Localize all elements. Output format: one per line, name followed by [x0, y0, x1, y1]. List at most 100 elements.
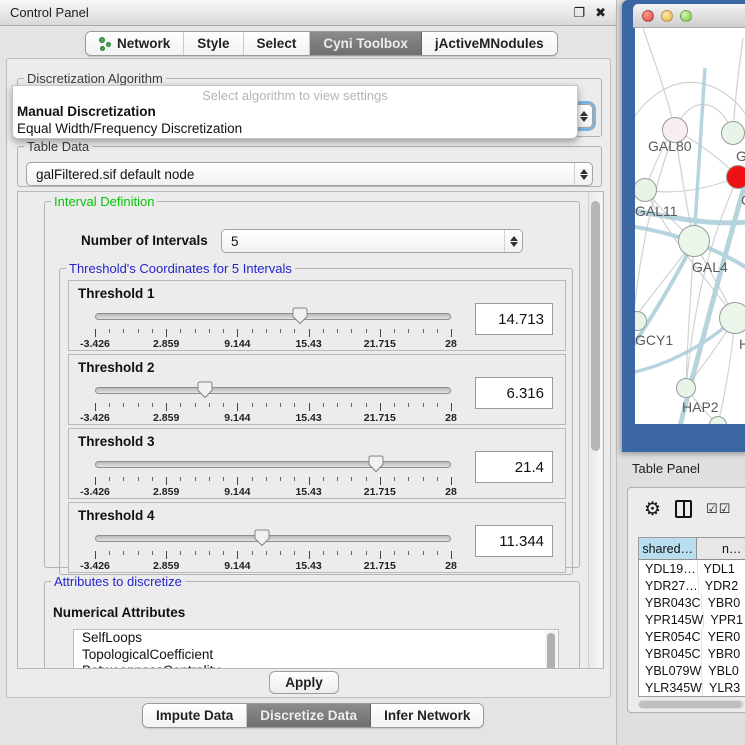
network-node-label: C — [741, 192, 745, 208]
cell[interactable]: YDR2 — [699, 577, 745, 594]
table-row[interactable]: YBR045CYBR0 — [639, 645, 745, 662]
table-row[interactable]: YIL052CYIL0 — [639, 696, 745, 697]
cell[interactable]: YBR045C — [639, 645, 702, 662]
network-window-titlebar[interactable] — [633, 4, 745, 28]
cell[interactable]: YPR145W — [639, 611, 704, 628]
minimize-traffic-light-icon[interactable] — [661, 10, 673, 22]
tab-label: Select — [257, 36, 297, 51]
threshold-3-slider[interactable]: -3.426 2.859 9.144 15.43 21.715 28 — [95, 455, 451, 497]
list-item[interactable]: BetweennessCentrality — [74, 663, 558, 669]
cell[interactable]: YIL052C — [639, 696, 698, 697]
slider-track[interactable] — [95, 387, 451, 394]
tab-select[interactable]: Select — [244, 32, 311, 55]
network-node[interactable] — [721, 121, 745, 145]
cell[interactable]: YBR0 — [702, 594, 745, 611]
column-header-shared-name[interactable]: shared… — [639, 538, 697, 560]
table-row[interactable]: YER054CYER0 — [639, 628, 745, 645]
cell[interactable]: YIL0 — [698, 696, 745, 697]
zoom-traffic-light-icon[interactable] — [680, 10, 692, 22]
table-horizontal-scrollbar[interactable] — [638, 700, 744, 709]
dropdown-option-manual-discretization[interactable]: Manual Discretization — [13, 103, 577, 120]
list-scrollbar[interactable] — [545, 631, 557, 669]
cell[interactable]: YER054C — [639, 628, 702, 645]
table-row[interactable]: YLR345WYLR3 — [639, 679, 745, 696]
threshold-2-slider[interactable]: -3.426 2.859 9.144 15.43 21.715 28 — [95, 381, 451, 423]
threshold-label: Threshold 2 — [78, 360, 155, 375]
combo-stepper-icon[interactable] — [574, 163, 592, 185]
tab-style[interactable]: Style — [184, 32, 243, 55]
tab-discretize-data[interactable]: Discretize Data — [247, 704, 371, 727]
cell[interactable]: YDR27… — [639, 577, 699, 594]
slider-track[interactable] — [95, 461, 451, 468]
algorithm-dropdown-popup: Select algorithm to view settings Manual… — [12, 85, 578, 139]
network-node[interactable] — [726, 165, 745, 189]
network-canvas[interactable]: GAL80GACGAL11GAL4GCY1HHAP2 — [635, 28, 745, 424]
tab-cyni-toolbox[interactable]: Cyni Toolbox — [310, 32, 422, 55]
table-data-combobox[interactable]: galFiltered.sif default node — [26, 162, 593, 186]
tab-jactivemnodules[interactable]: jActiveMNodules — [422, 32, 557, 55]
column-header-name[interactable]: n… — [697, 538, 745, 560]
tab-label: Network — [117, 36, 170, 51]
network-node[interactable] — [676, 378, 696, 398]
cell[interactable]: YBL079W — [639, 662, 702, 679]
control-panel: Control Panel ❐ ✖ Network Style Select C… — [0, 0, 617, 745]
threshold-1-slider[interactable]: -3.426 2.859 9.144 15.43 21.715 28 — [95, 307, 451, 349]
threshold-4-slider[interactable]: -3.426 2.859 9.144 15.43 21.715 28 — [95, 529, 451, 571]
network-icon — [99, 37, 112, 51]
slider-track[interactable] — [95, 313, 451, 320]
scrollbar-thumb[interactable] — [639, 701, 742, 708]
column-layout-icon[interactable] — [675, 500, 692, 518]
list-item[interactable]: SelfLoops — [74, 630, 558, 647]
number-of-intervals-combobox[interactable]: 5 — [221, 229, 523, 253]
slider-thumb[interactable] — [254, 529, 270, 547]
dropdown-option-equal-width-frequency[interactable]: Equal Width/Frequency Discretization — [13, 120, 577, 137]
float-window-icon[interactable]: ❐ — [573, 5, 585, 21]
scrollbar-thumb[interactable] — [591, 201, 600, 451]
network-node[interactable] — [678, 225, 710, 257]
cell[interactable]: YDL1 — [698, 560, 745, 577]
list-item[interactable]: TopologicalCoefficient — [74, 647, 558, 664]
threshold-value-input[interactable] — [475, 525, 553, 557]
checkbox-columns-icon[interactable]: ☑☑ — [706, 501, 731, 517]
slider-thumb[interactable] — [292, 307, 308, 325]
tick-label: 2.859 — [153, 338, 179, 350]
apply-button[interactable]: Apply — [269, 671, 339, 694]
settings-scrollbar[interactable] — [588, 193, 602, 669]
cell[interactable]: YER0 — [702, 628, 745, 645]
slider-track[interactable] — [95, 535, 451, 542]
tick-label: 28 — [445, 560, 457, 572]
tab-impute-data[interactable]: Impute Data — [143, 704, 247, 727]
cell[interactable]: YLR3 — [703, 679, 745, 696]
table-row[interactable]: YBR043CYBR0 — [639, 594, 745, 611]
cell[interactable]: YLR345W — [639, 679, 703, 696]
network-node[interactable] — [719, 302, 745, 334]
cell[interactable]: YBR043C — [639, 594, 702, 611]
tab-label: jActiveMNodules — [435, 36, 544, 51]
network-view-window: GAL80GACGAL11GAL4GCY1HHAP2 — [622, 0, 745, 452]
table-row[interactable]: YPR145WYPR1 — [639, 611, 745, 628]
tick-label: 15.43 — [295, 486, 321, 498]
network-node-label: H — [739, 336, 745, 352]
gear-icon[interactable]: ⚙ — [644, 500, 661, 519]
slider-thumb[interactable] — [368, 455, 384, 473]
tab-network[interactable]: Network — [86, 32, 184, 55]
table-row[interactable]: YBL079WYBL0 — [639, 662, 745, 679]
slider-thumb[interactable] — [197, 381, 213, 399]
cell[interactable]: YBR0 — [702, 645, 745, 662]
tab-infer-network[interactable]: Infer Network — [371, 704, 483, 727]
cell[interactable]: YDL19… — [639, 560, 698, 577]
cell[interactable]: YBL0 — [702, 662, 745, 679]
threshold-value-input[interactable] — [475, 451, 553, 483]
close-icon[interactable]: ✖ — [595, 5, 606, 21]
combo-stepper-icon[interactable] — [504, 230, 522, 252]
cell[interactable]: YPR1 — [704, 611, 745, 628]
slider-scale-labels: -3.426 2.859 9.144 15.43 21.715 28 — [95, 338, 451, 350]
threshold-value-input[interactable] — [475, 377, 553, 409]
threshold-value-input[interactable] — [475, 303, 553, 335]
tick-label: -3.426 — [80, 412, 110, 424]
close-traffic-light-icon[interactable] — [642, 10, 654, 22]
table-row[interactable]: YDL19…YDL1 — [639, 560, 745, 577]
table-row[interactable]: YDR27…YDR2 — [639, 577, 745, 594]
node-table[interactable]: shared… n… YDL19…YDL1 YDR27…YDR2 YBR043C… — [638, 537, 745, 697]
numerical-attributes-list[interactable]: SelfLoops TopologicalCoefficient Between… — [73, 629, 559, 669]
